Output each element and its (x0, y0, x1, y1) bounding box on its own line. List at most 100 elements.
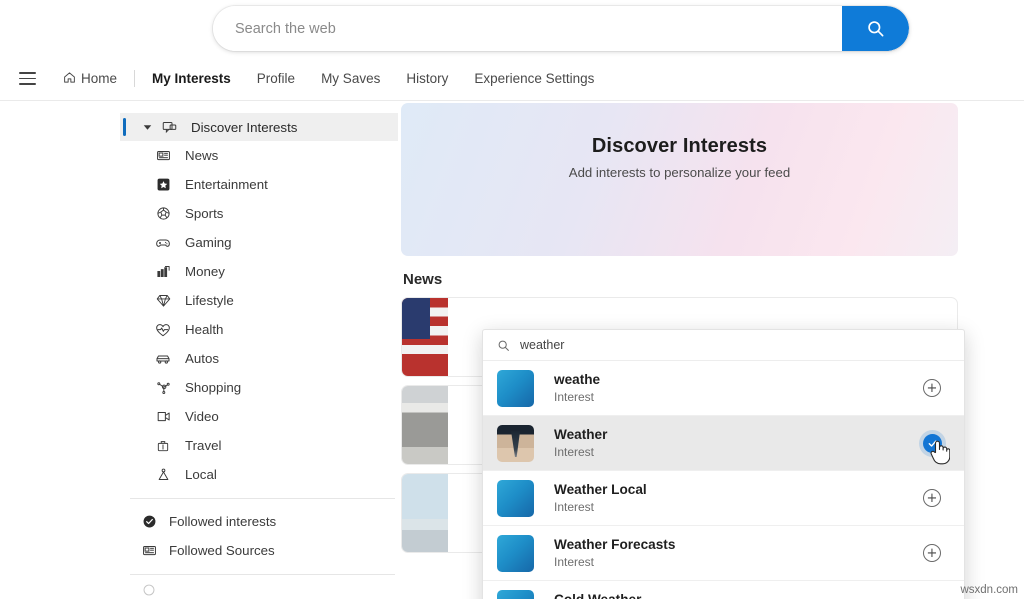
sidebar-item-gaming[interactable]: Gaming (120, 228, 398, 257)
location-pin-icon (150, 465, 176, 485)
sidebar-item-local[interactable]: Local (120, 460, 398, 489)
home-icon (63, 71, 76, 87)
plus-icon: + (923, 544, 941, 562)
web-search-container (213, 6, 909, 51)
banner-subtitle: Add interests to personalize your feed (568, 165, 791, 180)
dropdown-result-weather[interactable]: Weather Interest (483, 416, 964, 471)
hamburger-icon[interactable] (12, 64, 42, 94)
building-thumbnail (402, 386, 448, 464)
sidebar-item-followed-sources[interactable]: Followed Sources (120, 536, 398, 565)
sidebar-item-autos-label: Autos (185, 351, 220, 366)
dropdown-result-weather-local[interactable]: Weather Local Interest + (483, 471, 964, 526)
dropdown-result-name: Weather Forecasts (554, 537, 676, 552)
sidebar-item-followed-interests[interactable]: Followed interests (120, 507, 398, 536)
sidebar-item-travel-label: Travel (185, 438, 222, 453)
web-search-input[interactable] (213, 6, 842, 51)
plus-icon: + (923, 379, 941, 397)
banner-title: Discover Interests (591, 135, 768, 157)
news-icon (150, 146, 176, 166)
dropdown-result-name: Weather (554, 427, 608, 442)
add-interest-button[interactable]: + (922, 488, 942, 508)
chevron-down-icon[interactable] (140, 123, 154, 132)
interest-thumbnail (497, 589, 534, 599)
sidebar-divider-1 (130, 498, 395, 499)
sidebar-item-money[interactable]: Money (120, 257, 398, 286)
interest-search-row[interactable]: weather (483, 330, 964, 361)
sidebar-item-entertainment-label: Entertainment (185, 177, 268, 192)
web-search-submit-button[interactable] (842, 6, 909, 51)
sidebar-item-lifestyle[interactable]: Lifestyle (120, 286, 398, 315)
dropdown-result-weather-forecasts[interactable]: Weather Forecasts Interest + (483, 526, 964, 581)
sidebar-item-discover-interests-label: Discover Interests (191, 119, 298, 135)
search-icon (497, 339, 510, 352)
site-watermark: wsxdn.com (960, 584, 1018, 596)
car-icon (150, 349, 176, 369)
dropdown-result-type: Interest (554, 390, 595, 404)
nav-item-experience-settings-label: Experience Settings (474, 71, 595, 86)
dropdown-result-cold-weather[interactable]: Cold Weather Interest + (483, 581, 964, 599)
main-navigation-bar: Home My Interests Profile My Saves Histo… (0, 57, 1024, 101)
more-options-icon (138, 583, 160, 597)
interest-thumbnail (497, 479, 534, 517)
sidebar-item-travel[interactable]: Travel (120, 431, 398, 460)
dropdown-result-text: Weather Interest (554, 427, 607, 459)
added-interest-button[interactable] (922, 433, 942, 453)
interests-sidebar: Discover Interests News Entertainment Sp… (120, 101, 398, 599)
nav-item-my-interests[interactable]: My Interests (139, 67, 244, 90)
dropdown-result-type: Interest (554, 500, 595, 514)
search-icon (866, 19, 885, 38)
nav-item-profile-label: Profile (256, 71, 296, 86)
top-search-bar (0, 0, 1024, 57)
sidebar-item-truncated[interactable] (120, 583, 398, 597)
sports-ball-icon (150, 204, 176, 224)
chart-up-icon (150, 262, 176, 282)
nav-item-experience-settings[interactable]: Experience Settings (461, 67, 607, 90)
sidebar-item-health[interactable]: Health (120, 315, 398, 344)
sidebar-item-shopping-label: Shopping (185, 380, 242, 395)
interest-thumbnail (497, 369, 534, 407)
dropdown-result-name: weathe (554, 372, 601, 387)
nav-item-history[interactable]: History (393, 67, 461, 90)
add-interest-button[interactable]: + (922, 543, 942, 563)
sidebar-item-followed-interests-label: Followed interests (169, 514, 277, 529)
interest-search-input-value[interactable]: weather (520, 338, 564, 352)
sidebar-item-gaming-label: Gaming (185, 235, 232, 250)
sidebar-item-sports[interactable]: Sports (120, 199, 398, 228)
nav-item-history-label: History (406, 71, 449, 86)
sidebar-item-shopping[interactable]: Shopping (120, 373, 398, 402)
sidebar-item-sports-label: Sports (185, 206, 224, 221)
sidebar-item-entertainment[interactable]: Entertainment (120, 170, 398, 199)
gamepad-icon (150, 233, 176, 253)
sidebar-item-health-label: Health (185, 322, 224, 337)
shopping-tag-icon (150, 378, 176, 398)
add-interest-button[interactable]: + (922, 378, 942, 398)
discover-interests-icon (156, 117, 182, 137)
nav-item-my-saves[interactable]: My Saves (308, 67, 393, 90)
dropdown-result-text: weathe Interest (554, 372, 600, 404)
nav-divider (134, 70, 136, 87)
plus-icon: + (923, 489, 941, 507)
sidebar-item-video-label: Video (185, 409, 219, 424)
dropdown-result-weathe[interactable]: weathe Interest + (483, 361, 964, 416)
followed-check-icon (138, 512, 160, 532)
discover-interests-banner: Discover Interests Add interests to pers… (401, 103, 958, 256)
flag-thumbnail (402, 298, 448, 376)
sidebar-item-video[interactable]: Video (120, 402, 398, 431)
nav-item-profile[interactable]: Profile (244, 67, 308, 90)
sidebar-item-local-label: Local (185, 467, 217, 482)
active-accent-bar (123, 118, 126, 136)
dropdown-result-text: Cold Weather Interest (554, 592, 641, 599)
nav-item-my-saves-label: My Saves (321, 71, 381, 86)
interest-thumbnail (497, 534, 534, 572)
dropdown-result-text: Weather Local Interest (554, 482, 647, 514)
nav-item-home[interactable]: Home (50, 67, 130, 91)
suitcase-icon (150, 436, 176, 456)
sidebar-item-news[interactable]: News (120, 141, 398, 170)
sidebar-item-autos[interactable]: Autos (120, 344, 398, 373)
interest-search-dropdown: weather weathe Interest + Weather Intere… (482, 329, 965, 599)
feed-section-title: News (403, 271, 443, 288)
sidebar-item-discover-interests[interactable]: Discover Interests (120, 113, 398, 141)
star-icon (150, 175, 176, 195)
page-content: Discover Interests News Entertainment Sp… (0, 101, 1024, 599)
dropdown-result-type: Interest (554, 445, 595, 459)
